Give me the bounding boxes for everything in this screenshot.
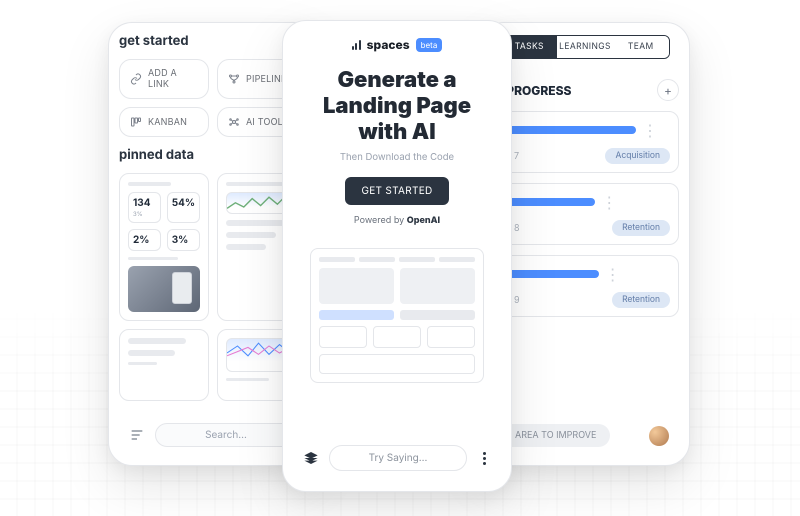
- wire-footer: [319, 354, 476, 374]
- kpi: 3%: [167, 229, 200, 251]
- action-label: KANBAN: [148, 117, 187, 128]
- tag-chip: Retention: [612, 292, 670, 308]
- search-placeholder: Search...: [205, 429, 247, 441]
- search-input[interactable]: Search...: [155, 423, 297, 447]
- wire-hero: [319, 268, 476, 304]
- voice-prompt-placeholder: Try Saying...: [369, 452, 428, 464]
- pinned-cards: 1343% 54% 2% 3%: [119, 173, 307, 401]
- headline-l3: with AI: [358, 119, 435, 145]
- progress-bar: [500, 126, 636, 134]
- powered-prefix: Powered by: [354, 215, 407, 226]
- task-card[interactable]: ⋮ 9 Retention: [491, 255, 679, 317]
- tag-chip: Retention: [612, 220, 670, 236]
- progress-bar: [500, 270, 599, 278]
- powered-by: Powered by OpenAI: [293, 215, 501, 226]
- vote-count: 9: [514, 295, 520, 306]
- kanban-icon: [130, 116, 142, 128]
- layers-icon[interactable]: [303, 450, 319, 466]
- text-skeleton: [226, 244, 266, 250]
- kpi: 2%: [128, 229, 161, 251]
- kebab-icon[interactable]: ⋮: [642, 120, 658, 140]
- card-title-skeleton: [128, 182, 171, 186]
- get-started-title: get started: [119, 33, 307, 49]
- panel-generator: spaces beta Generate a Landing Page with…: [282, 20, 512, 492]
- hero-subhead: Then Download the Code: [293, 152, 501, 163]
- area-to-improve-button[interactable]: AREA TO IMPROVE: [501, 424, 610, 447]
- wire-ctas: [319, 310, 476, 320]
- text-skeleton: [226, 378, 269, 381]
- text-skeleton: [128, 257, 178, 260]
- hero: Generate a Landing Page with AI Then Dow…: [293, 68, 501, 226]
- pipelines-icon: [228, 73, 240, 85]
- task-card[interactable]: ⋮ 8 Retention: [491, 183, 679, 245]
- wire-cards: [319, 326, 476, 348]
- headline-l1: Generate a: [337, 67, 456, 93]
- pinned-card[interactable]: 1343% 54% 2% 3%: [119, 173, 209, 321]
- vote-count: 7: [514, 151, 519, 162]
- progress-bar: [500, 198, 595, 206]
- kpi-value: 54%: [172, 197, 195, 209]
- link-icon: [130, 73, 142, 85]
- text-skeleton: [128, 338, 186, 344]
- kpi-sub: 3%: [133, 211, 156, 218]
- more-icon[interactable]: [477, 452, 491, 465]
- media-thumb: [128, 266, 200, 312]
- tabs: TASKS LEARNINGS TEAM: [500, 35, 669, 59]
- pinned-data-title: pinned data: [119, 147, 307, 163]
- card-title-skeleton: [226, 182, 284, 186]
- quick-actions: ADD A LINK PIPELINES KANBAN AI TOOLS: [119, 59, 307, 137]
- kpi-value: 3%: [172, 234, 195, 246]
- voice-prompt-input[interactable]: Try Saying...: [329, 445, 467, 471]
- wire-nav: [319, 257, 476, 262]
- tab-team[interactable]: TEAM: [613, 36, 669, 58]
- add-task-button[interactable]: +: [657, 79, 679, 101]
- vote-count: 8: [514, 223, 520, 234]
- kebab-icon[interactable]: ⋮: [605, 264, 621, 284]
- brand: spaces beta: [293, 37, 501, 52]
- kpi-value: 134: [133, 197, 156, 209]
- avatar[interactable]: [649, 426, 669, 446]
- beta-badge: beta: [416, 38, 443, 52]
- action-add-link[interactable]: ADD A LINK: [119, 59, 209, 99]
- get-started-button[interactable]: GET STARTED: [345, 177, 448, 205]
- pinned-card[interactable]: [119, 329, 209, 401]
- brand-name: spaces: [367, 37, 410, 52]
- text-skeleton: [128, 350, 175, 356]
- ai-tools-icon: [228, 116, 240, 128]
- wireframe-preview: [310, 248, 485, 383]
- menu-icon[interactable]: [129, 427, 145, 443]
- tab-learnings[interactable]: LEARNINGS: [557, 36, 613, 58]
- logo-icon: [352, 40, 361, 50]
- text-skeleton: [226, 232, 276, 238]
- kpi: 54%: [167, 192, 200, 223]
- kebab-icon[interactable]: ⋮: [601, 192, 617, 212]
- powered-brand: OpenAI: [407, 215, 440, 226]
- action-kanban[interactable]: KANBAN: [119, 107, 209, 137]
- kpi-value: 2%: [133, 234, 156, 246]
- action-label: ADD A LINK: [148, 68, 198, 90]
- text-skeleton: [128, 362, 157, 365]
- task-card[interactable]: ⋮ 7 Acquisition: [491, 111, 679, 173]
- hero-headline: Generate a Landing Page with AI: [293, 68, 501, 146]
- headline-l2: Landing Page: [323, 93, 471, 119]
- tag-chip: Acquisition: [605, 148, 670, 164]
- kpi: 1343%: [128, 192, 161, 223]
